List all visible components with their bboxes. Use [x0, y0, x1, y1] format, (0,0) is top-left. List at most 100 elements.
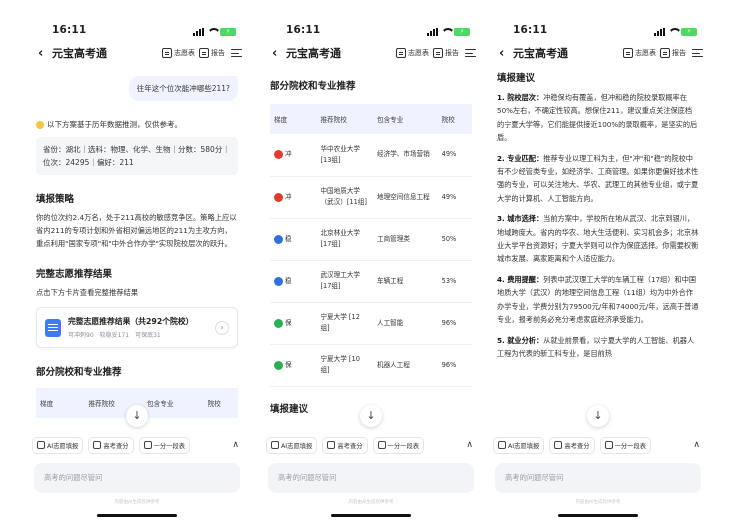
- quick-tools: AI志愿填报 高考查分 一分一段表 ∧: [26, 433, 248, 457]
- calendar-icon: [327, 441, 336, 449]
- tier-label: 保: [285, 318, 292, 327]
- advice-item-heading: 2. 专业匹配：: [497, 153, 544, 163]
- table-row[interactable]: 稳 武汉理工大学 [17组] 车辆工程 53%: [270, 260, 472, 303]
- scroll-down-button[interactable]: ↓: [126, 405, 148, 427]
- advice-item-heading: 5. 就业分析：: [497, 335, 544, 345]
- advice-item-heading: 4. 费用提醒：: [497, 274, 544, 284]
- back-icon[interactable]: ‹: [272, 46, 282, 61]
- report-button[interactable]: 报告: [660, 48, 686, 58]
- battery-icon: ⚡: [220, 28, 236, 36]
- wifi-icon: [207, 28, 217, 36]
- ai-fill-chip[interactable]: AI志愿填报: [493, 436, 545, 454]
- ai-fill-chip[interactable]: AI志愿填报: [266, 436, 318, 454]
- score-check-chip[interactable]: 高考查分: [88, 436, 134, 454]
- question-input[interactable]: 高考的问题尽管问: [34, 463, 240, 493]
- menu-icon[interactable]: [465, 48, 476, 58]
- system-icons: ⚡: [654, 28, 697, 36]
- table-icon: [604, 441, 613, 449]
- chip-label: AI志愿填报: [281, 442, 313, 450]
- rate-cell: 96%: [437, 344, 472, 387]
- report-button[interactable]: 报告: [433, 48, 459, 58]
- volunteer-table-label: 志愿表: [174, 49, 195, 57]
- recommend-table: 梯度 推荐院校 包含专业 院校 冲 华中农业大学 [13组] 经济学、市场营销 49%…: [270, 104, 472, 387]
- home-indicator[interactable]: [558, 514, 638, 517]
- phone-screen-2: 16:11 ⚡ ‹ 元宝高考通 志愿表 报告 部分院校和专业推荐 梯度 推荐院校: [260, 0, 482, 523]
- volunteer-table-button[interactable]: 志愿表: [162, 48, 195, 58]
- strategy-heading: 填报策略: [36, 194, 75, 205]
- chevron-up-icon[interactable]: ∧: [463, 440, 476, 450]
- chevron-up-icon[interactable]: ∧: [229, 440, 242, 450]
- score-table-chip[interactable]: 一分一段表: [372, 436, 425, 454]
- tier-cell: 保: [270, 344, 317, 387]
- home-indicator[interactable]: [331, 514, 411, 517]
- back-icon[interactable]: ‹: [499, 46, 509, 61]
- question-input[interactable]: 高考的问题尽管问: [495, 463, 701, 493]
- screenshot-stage: 16:11 ⚡ ‹ 元宝高考通 志愿表 报告 往年这个位次能冲哪些211? 以下…: [0, 0, 743, 523]
- ai-disclaimer: 内容由AI生成仅供参考: [348, 500, 394, 505]
- school-cell: 华中农业大学 [13组]: [316, 134, 373, 177]
- ai-fill-chip[interactable]: AI志愿填报: [32, 436, 84, 454]
- report-button[interactable]: 报告: [199, 48, 225, 58]
- header-school: 推荐院校: [316, 104, 373, 134]
- tier-label: 保: [285, 360, 292, 369]
- table-row[interactable]: 稳 北京林业大学 [17组] 工商管理类 50%: [270, 218, 472, 261]
- wifi-icon: [441, 28, 451, 36]
- home-indicator[interactable]: [97, 514, 177, 517]
- major-cell: 车辆工程: [373, 260, 438, 303]
- report-label: 报告: [672, 49, 686, 57]
- scroll-down-button[interactable]: ↓: [360, 405, 382, 427]
- volunteer-table-button[interactable]: 志愿表: [396, 48, 429, 58]
- back-icon[interactable]: ‹: [38, 46, 48, 61]
- profile-info: 省份：湖北｜选科：物理、化学、生物｜分数：580分｜位次：24295｜偏好：21…: [36, 137, 238, 175]
- chip-label: 高考查分: [103, 442, 129, 450]
- tip-text: 以下方案基于历年数据推测，仅供参考。: [47, 120, 182, 129]
- status-time: 16:11: [52, 24, 87, 36]
- result-heading: 完整志愿推荐结果: [36, 269, 113, 280]
- quick-tools: AI志愿填报 高考查分 一分一段表 ∧: [487, 433, 709, 457]
- strategy-text: 你的位次约2.4万名，处于211高校的敏感竞争区。策略上应以省内211的专项计划…: [36, 213, 237, 248]
- report-label: 报告: [211, 49, 225, 57]
- status-time: 16:11: [286, 24, 321, 36]
- table-row[interactable]: 冲 华中农业大学 [13组] 经济学、市场营销 49%: [270, 134, 472, 177]
- header-tier: 梯度: [270, 104, 317, 134]
- chat-content[interactable]: 往年这个位次能冲哪些211? 以下方案基于历年数据推测，仅供参考。 省份：湖北｜…: [26, 64, 248, 431]
- chevron-right-icon: ›: [215, 320, 229, 335]
- rate-cell: 53%: [437, 260, 472, 303]
- advice-item-heading: 1. 院校层次：: [497, 93, 544, 102]
- score-check-chip[interactable]: 高考查分: [322, 436, 368, 454]
- chat-content[interactable]: 部分院校和专业推荐 梯度 推荐院校 包含专业 院校 冲 华中农业大学 [13组] 经…: [260, 64, 482, 431]
- table-icon: [377, 441, 386, 449]
- menu-icon[interactable]: [231, 48, 242, 58]
- tier-dot-icon: [274, 276, 283, 286]
- header-rate: 院校: [437, 104, 472, 134]
- advice-item: 4. 费用提醒：列表中武汉理工大学的车辆工程（17组）和中国地质大学（武汉）的地…: [497, 273, 699, 327]
- score-table-chip[interactable]: 一分一段表: [138, 436, 191, 454]
- major-cell: 工商管理类: [373, 218, 438, 261]
- report-label: 报告: [445, 49, 459, 57]
- table-row[interactable]: 保 宁夏大学 [10组] 机器人工程 96%: [270, 344, 472, 387]
- tier-cell: 稳: [270, 218, 317, 261]
- chevron-up-icon[interactable]: ∧: [690, 440, 703, 450]
- question-input[interactable]: 高考的问题尽管问: [268, 463, 474, 493]
- chip-label: 高考查分: [564, 442, 590, 450]
- tier-badge: 冲: [274, 192, 312, 203]
- table-row[interactable]: 保 宁夏大学 [12组] 人工智能 96%: [270, 302, 472, 345]
- table-row[interactable]: 冲 中国地质大学（武汉）[11组] 地理空间信息工程 49%: [270, 176, 472, 219]
- disclaimer-tip: 以下方案基于历年数据推测，仅供参考。: [36, 119, 238, 130]
- volunteer-table-button[interactable]: 志愿表: [623, 48, 656, 58]
- system-icons: ⚡: [427, 28, 470, 36]
- scroll-down-button[interactable]: ↓: [587, 405, 609, 427]
- full-result-card[interactable]: 完整志愿推荐结果（共292个院校） 可冲刺90 较稳妥171 可保底31 ›: [36, 307, 238, 348]
- chip-label: AI志愿填报: [47, 442, 79, 450]
- menu-icon[interactable]: [692, 48, 703, 58]
- advice-item: 1. 院校层次：冲稳保均有覆盖，但冲和稳的院校录取概率在50%左右，不确定性较高…: [497, 91, 699, 145]
- ai-disclaimer: 内容由AI生成仅供参考: [575, 500, 621, 505]
- header-rate: 院校: [203, 388, 238, 418]
- tier-badge: 保: [274, 360, 312, 371]
- tier-badge: 稳: [274, 276, 312, 287]
- rate-cell: 49%: [437, 134, 472, 177]
- school-cell: 宁夏大学 [10组]: [316, 344, 373, 387]
- score-table-chip[interactable]: 一分一段表: [599, 436, 652, 454]
- chat-content[interactable]: 填报建议 1. 院校层次：冲稳保均有覆盖，但冲和稳的院校录取概率在50%左右，不…: [487, 64, 709, 431]
- score-check-chip[interactable]: 高考查分: [549, 436, 595, 454]
